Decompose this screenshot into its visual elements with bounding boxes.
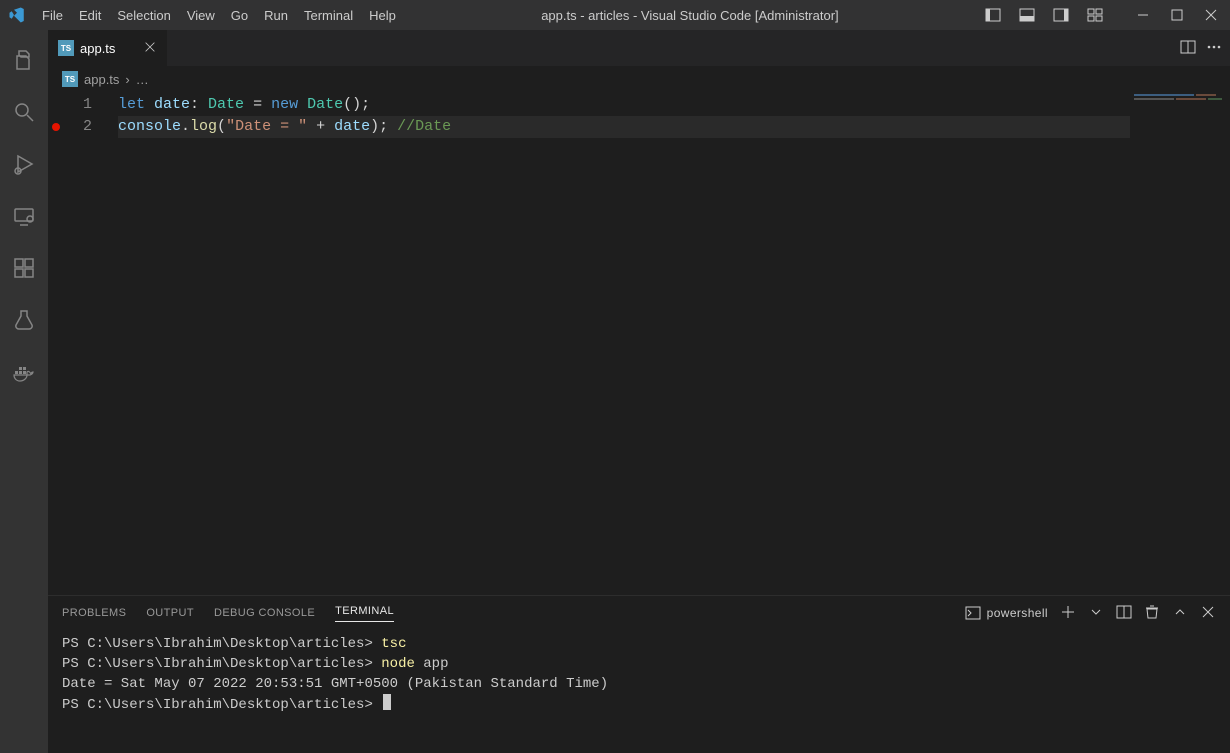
terminal-shell-name: powershell [987, 606, 1048, 620]
activity-run-debug[interactable] [0, 140, 48, 188]
activity-bar [0, 30, 48, 753]
tab-app-ts[interactable]: TS app.ts [48, 30, 168, 66]
menu-bar: File Edit Selection View Go Run Terminal… [34, 0, 404, 30]
terminal-output[interactable]: PS C:\Users\Ibrahim\Desktop\articles> ts… [48, 630, 1230, 753]
menu-view[interactable]: View [179, 0, 223, 30]
typescript-icon: TS [62, 71, 78, 87]
panel-chevron-up-icon[interactable] [1172, 604, 1188, 623]
menu-edit[interactable]: Edit [71, 0, 109, 30]
breadcrumb-separator: › [125, 72, 129, 87]
window-minimize-icon[interactable] [1126, 0, 1160, 30]
menu-help[interactable]: Help [361, 0, 404, 30]
panel-actions: powershell [965, 604, 1216, 623]
toggle-panel-icon[interactable] [1010, 0, 1044, 30]
window-maximize-icon[interactable] [1160, 0, 1194, 30]
line-gutter: 1 2 [48, 92, 118, 595]
breadcrumb-more: … [136, 72, 149, 87]
menu-go[interactable]: Go [223, 0, 256, 30]
tab-close-icon[interactable] [143, 40, 157, 57]
panel-close-icon[interactable] [1200, 604, 1216, 623]
split-terminal-icon[interactable] [1116, 604, 1132, 623]
main-area: TS app.ts TS app.ts › … 1 2 [0, 30, 1230, 753]
customize-layout-icon[interactable] [1078, 0, 1112, 30]
line-number: 1 [48, 94, 118, 116]
menu-file[interactable]: File [34, 0, 71, 30]
editor-group: TS app.ts TS app.ts › … 1 2 [48, 30, 1230, 753]
editor-actions [1180, 30, 1230, 66]
titlebar-right [976, 0, 1230, 30]
code-editor[interactable]: 1 2 let date: Date = new Date(); console… [48, 92, 1230, 595]
new-terminal-icon[interactable] [1060, 604, 1076, 623]
code-line-2: console.log("Date = " + date); //Date [118, 116, 1230, 138]
panel-tab-debug-console[interactable]: DEBUG CONSOLE [214, 607, 315, 619]
panel-tab-problems[interactable]: PROBLEMS [62, 607, 126, 619]
terminal-cursor [383, 694, 391, 710]
panel-tabs: PROBLEMS OUTPUT DEBUG CONSOLE TERMINAL p… [48, 596, 1230, 630]
kill-terminal-icon[interactable] [1144, 604, 1160, 623]
activity-search[interactable] [0, 88, 48, 136]
bottom-panel: PROBLEMS OUTPUT DEBUG CONSOLE TERMINAL p… [48, 595, 1230, 753]
code-area[interactable]: let date: Date = new Date(); console.log… [118, 92, 1230, 595]
activity-testing[interactable] [0, 296, 48, 344]
layout-controls [976, 0, 1112, 30]
panel-tab-output[interactable]: OUTPUT [146, 607, 194, 619]
breadcrumb-file: app.ts [84, 72, 119, 87]
more-actions-icon[interactable] [1206, 39, 1222, 58]
minimap[interactable] [1130, 92, 1230, 595]
window-close-icon[interactable] [1194, 0, 1228, 30]
menu-selection[interactable]: Selection [109, 0, 178, 30]
split-editor-icon[interactable] [1180, 39, 1196, 58]
terminal-icon [965, 605, 981, 621]
vscode-logo [0, 0, 34, 30]
activity-docker[interactable] [0, 348, 48, 396]
menu-terminal[interactable]: Terminal [296, 0, 361, 30]
panel-tab-terminal[interactable]: TERMINAL [335, 605, 394, 622]
activity-extensions[interactable] [0, 244, 48, 292]
window-controls [1126, 0, 1228, 30]
toggle-sidebar-left-icon[interactable] [976, 0, 1010, 30]
editor-tabs: TS app.ts [48, 30, 1230, 66]
terminal-shell-selector[interactable]: powershell [965, 605, 1048, 621]
window-title: app.ts - articles - Visual Studio Code [… [404, 8, 976, 23]
activity-explorer[interactable] [0, 36, 48, 84]
code-line-1: let date: Date = new Date(); [118, 94, 1230, 116]
toggle-sidebar-right-icon[interactable] [1044, 0, 1078, 30]
terminal-dropdown-icon[interactable] [1088, 604, 1104, 623]
typescript-icon: TS [58, 40, 74, 56]
title-bar: File Edit Selection View Go Run Terminal… [0, 0, 1230, 30]
tab-label: app.ts [80, 41, 115, 56]
activity-remote[interactable] [0, 192, 48, 240]
breadcrumb[interactable]: TS app.ts › … [48, 66, 1230, 92]
line-number: 2 [48, 116, 118, 138]
menu-run[interactable]: Run [256, 0, 296, 30]
